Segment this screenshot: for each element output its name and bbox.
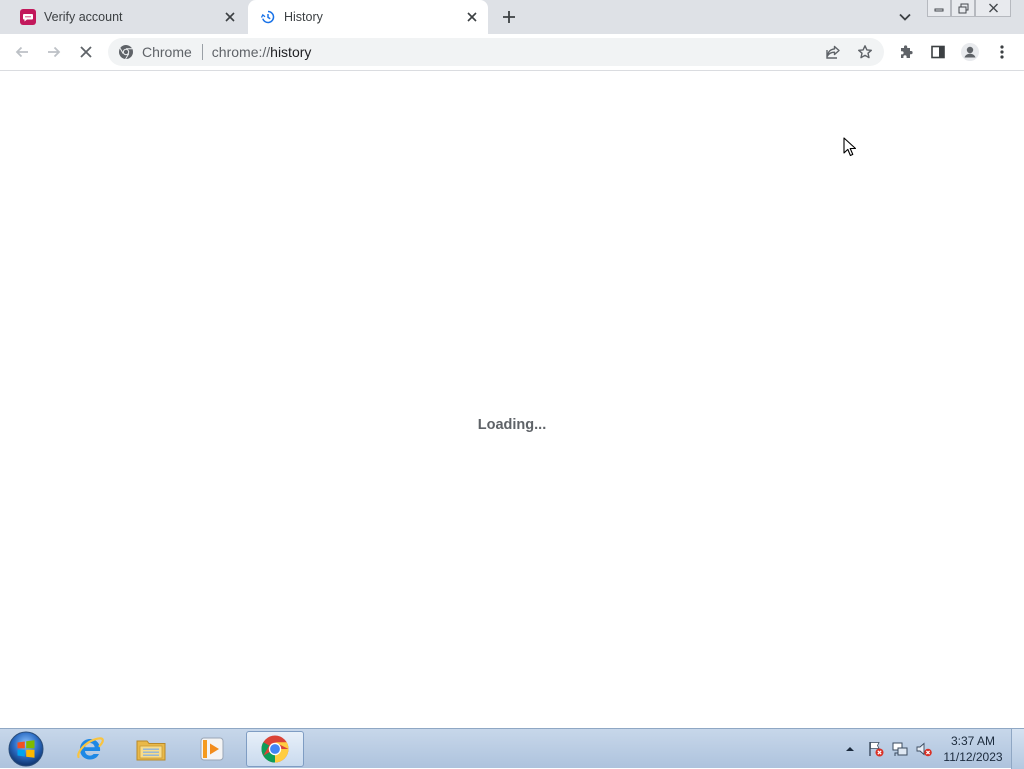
close-tab-icon[interactable] [220,7,240,27]
media-player-icon [200,737,224,761]
restore-icon [958,3,968,13]
site-info-chip[interactable]: Chrome [118,44,192,60]
clock-date: 11/12/2023 [943,750,1003,764]
chrome-icon [261,735,289,763]
tab-strip: Verify account History [0,0,1024,34]
file-explorer-icon [136,740,166,761]
url-text[interactable]: chrome://history [212,44,312,60]
taskbar-media-player[interactable] [184,731,240,767]
puzzle-piece-icon [901,45,913,58]
network-status-icon [892,742,908,756]
browser-toolbar: Chrome chrome://history [0,34,1024,71]
taskbar-chrome[interactable] [246,731,304,767]
url-host: history [270,44,312,60]
chevron-down-icon [899,13,911,21]
system-tray [842,729,936,769]
close-icon [988,3,998,13]
network-icon[interactable] [888,740,912,758]
tab-title: History [284,10,323,24]
taskbar-clock[interactable]: 3:37 AM 11/12/2023 [938,733,1008,765]
stop-loading-button[interactable] [72,38,100,66]
new-tab-button[interactable] [496,5,522,29]
action-center-icon[interactable] [864,740,888,758]
taskbar: 3:37 AM 11/12/2023 [0,728,1024,769]
windows-start-icon [8,731,44,767]
taskbar-internet-explorer[interactable] [62,731,118,767]
speaker-muted-icon [916,742,932,757]
minimize-button[interactable] [927,0,951,17]
show-hidden-icons-button[interactable] [842,745,858,753]
taskbar-file-explorer[interactable] [123,731,179,767]
star-icon [858,45,872,59]
extensions-button[interactable] [892,38,920,66]
history-icon [260,9,276,25]
share-button[interactable] [820,39,846,65]
volume-icon[interactable] [912,740,936,758]
show-desktop-button[interactable] [1011,729,1024,769]
tab-search-button[interactable] [894,6,916,28]
tab-title: Verify account [44,10,123,24]
close-icon [80,46,92,58]
chrome-logo-icon [119,45,133,60]
flag-error-icon [869,742,884,757]
clock-time: 3:37 AM [950,734,996,748]
triangle-up-icon [846,747,854,751]
menu-button[interactable] [988,38,1016,66]
minimize-icon [934,8,944,12]
start-button[interactable] [6,730,46,768]
close-tab-icon[interactable] [462,7,482,27]
tab-verify-account[interactable]: Verify account [8,0,246,34]
arrow-right-icon [48,46,61,58]
share-icon [826,45,840,59]
address-bar[interactable]: Chrome chrome://history [108,38,884,66]
side-panel-button[interactable] [924,38,952,66]
arrow-left-icon [15,46,28,58]
avatar-icon [961,43,979,61]
back-button[interactable] [8,38,36,66]
forward-button[interactable] [40,38,68,66]
more-vert-icon [1000,45,1004,59]
side-panel-icon [931,45,945,59]
loading-message: Loading... [477,417,547,433]
mouse-pointer-icon [843,137,857,157]
url-scheme: chrome:// [211,44,271,60]
page-content: Loading... [0,71,1024,728]
bookmark-button[interactable] [852,39,878,65]
site-label: Chrome [142,44,192,60]
address-separator [201,44,203,60]
tab-history[interactable]: History [248,0,488,34]
internet-explorer-icon [77,737,104,760]
chat-bubble-icon [20,9,36,25]
profile-button[interactable] [956,38,984,66]
plus-icon [503,11,515,23]
restore-button[interactable] [951,0,975,17]
close-window-button[interactable] [975,0,1011,17]
